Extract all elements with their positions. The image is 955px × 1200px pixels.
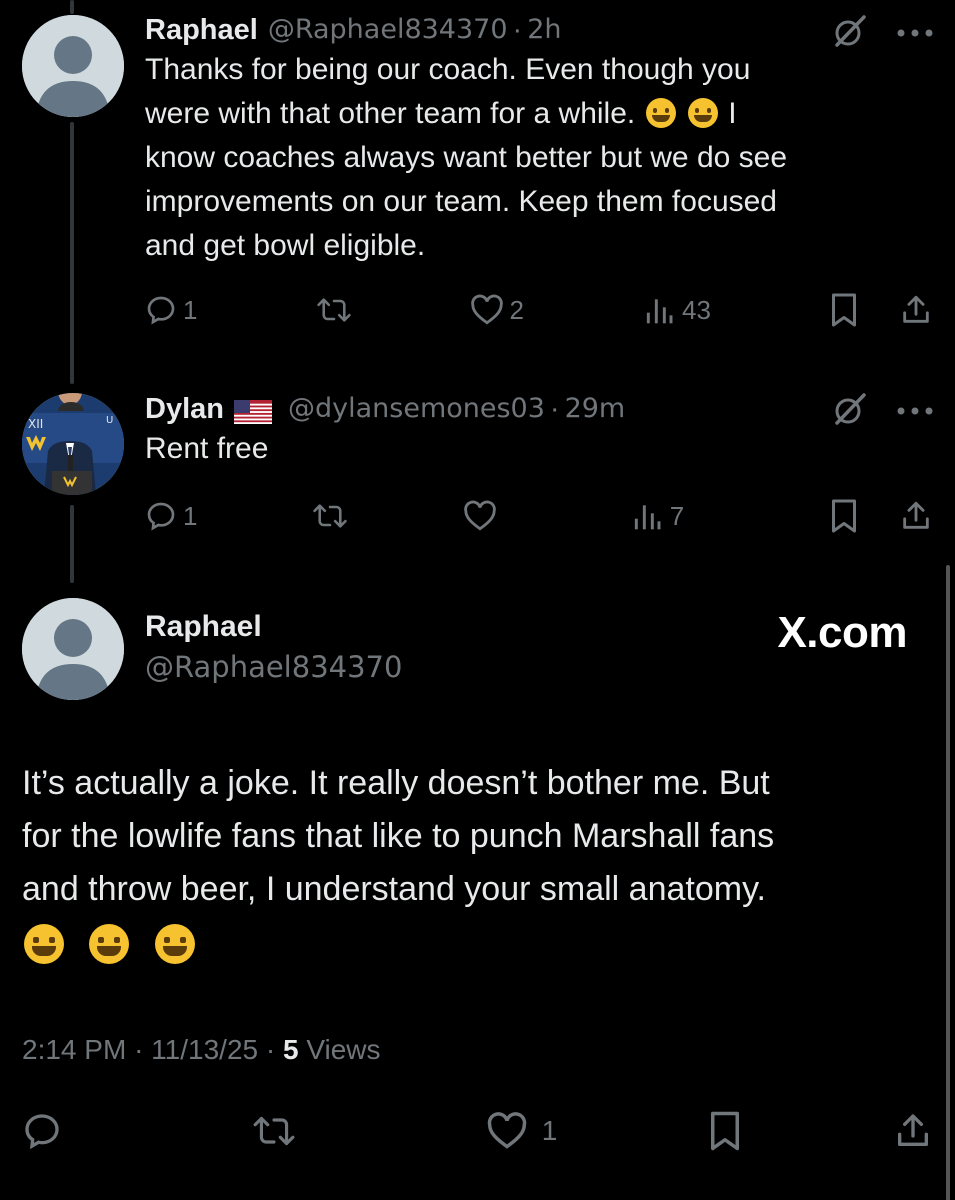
thread-line-2 bbox=[70, 505, 74, 583]
user-handle[interactable]: @dylansemones03 bbox=[288, 391, 545, 427]
heart-icon bbox=[470, 294, 503, 325]
retweet-button[interactable] bbox=[252, 1112, 296, 1150]
reply-button[interactable]: 1 bbox=[145, 500, 197, 532]
views-label: Views bbox=[306, 1034, 381, 1065]
xcom-watermark: X.com bbox=[777, 608, 907, 657]
tweet-header: Dylan @dylansemones03 · 29m bbox=[145, 391, 933, 427]
reply-tweet-1[interactable]: Raphael @Raphael834370 · 2h Thanks for b… bbox=[145, 12, 933, 268]
display-name[interactable]: Dylan bbox=[145, 391, 224, 427]
retweet-icon bbox=[253, 1116, 295, 1146]
reply-bubble-icon bbox=[25, 1114, 59, 1150]
tweet-time[interactable]: 29m bbox=[565, 391, 626, 427]
grok-slash-icon[interactable] bbox=[833, 14, 867, 53]
tweet-text-line: improvements on our team. Keep them focu… bbox=[145, 185, 777, 218]
main-user-handle[interactable]: @Raphael834370 bbox=[145, 650, 402, 684]
main-display-name[interactable]: Raphael bbox=[145, 610, 262, 644]
like-button[interactable]: 2 bbox=[470, 294, 524, 326]
bookmark-button[interactable] bbox=[707, 1110, 743, 1152]
separator-dot: · bbox=[134, 1034, 144, 1065]
separator-dot: · bbox=[549, 393, 560, 425]
display-name[interactable]: Raphael bbox=[145, 12, 258, 48]
tweet-actions: 1 2 43 bbox=[145, 292, 933, 328]
views-count: 5 bbox=[282, 1034, 299, 1065]
share-button[interactable] bbox=[893, 1111, 933, 1151]
tweet-text-line: Thanks for being our coach. Even though … bbox=[145, 53, 751, 86]
svg-text:U: U bbox=[106, 415, 113, 426]
views-button[interactable]: 7 bbox=[630, 500, 684, 532]
bookmark-icon[interactable] bbox=[829, 498, 859, 534]
avatar-dylan[interactable]: XII U bbox=[22, 393, 124, 495]
avatar-raphael[interactable] bbox=[22, 15, 124, 117]
grinning-sweat-emoji bbox=[687, 98, 718, 128]
tweet-text-line: know coaches always want better but we d… bbox=[145, 141, 788, 174]
reply-count: 1 bbox=[183, 294, 198, 325]
tweet-text-line: and throw beer, I understand your small … bbox=[22, 870, 766, 908]
tweet-actions: 1 7 bbox=[145, 498, 933, 534]
more-dots-icon[interactable] bbox=[897, 403, 933, 421]
reply-button[interactable] bbox=[22, 1111, 62, 1151]
tweet-date[interactable]: 11/13/25 bbox=[151, 1034, 258, 1065]
winking-face-emoji bbox=[645, 98, 676, 128]
heart-icon bbox=[487, 1112, 526, 1149]
share-icon bbox=[897, 1114, 928, 1146]
views-bars-icon bbox=[634, 505, 661, 530]
grinning-sweat-emoji bbox=[89, 924, 130, 964]
emoji-row bbox=[22, 922, 927, 975]
tweet-top-icons bbox=[833, 392, 933, 431]
end-actions bbox=[829, 292, 933, 328]
thread-line-1 bbox=[70, 122, 74, 384]
reply-tweet-2[interactable]: Dylan @dylansemones03 · 29m Rent free bbox=[145, 391, 933, 471]
tweet-text-line: for the lowlife fans that like to punch … bbox=[22, 817, 775, 855]
heart-icon bbox=[464, 500, 496, 531]
tweet-text-line: and get bowl eligible. bbox=[145, 229, 426, 262]
grok-slash-icon[interactable] bbox=[833, 392, 867, 431]
views-button[interactable]: 43 bbox=[642, 294, 711, 326]
thread-line-top bbox=[70, 0, 74, 14]
tweet-time[interactable]: 2h bbox=[527, 12, 561, 48]
tweet-text-line: were with that other team for a while. I bbox=[145, 97, 737, 130]
avatar-raphael-main[interactable] bbox=[22, 598, 124, 700]
like-count: 1 bbox=[541, 1115, 558, 1146]
retweet-button[interactable] bbox=[312, 500, 348, 532]
retweet-icon bbox=[313, 504, 347, 528]
retweet-button[interactable] bbox=[316, 294, 352, 326]
tweet-header: Raphael @Raphael834370 · 2h bbox=[145, 12, 933, 48]
tweet-text: Rent free bbox=[145, 432, 269, 465]
main-tweet-actions: 1 bbox=[22, 1110, 933, 1152]
tweet-top-icons bbox=[833, 14, 933, 53]
retweet-icon bbox=[316, 298, 351, 322]
share-icon[interactable] bbox=[899, 499, 933, 533]
scrollbar[interactable] bbox=[946, 565, 950, 1200]
tweet-text-line: It’s actually a joke. It really doesn’t … bbox=[22, 764, 770, 802]
tweet-meta: 2:14 PM · 11/13/25 · 5 Views bbox=[22, 1034, 381, 1066]
share-icon[interactable] bbox=[899, 293, 933, 327]
reply-bubble-icon bbox=[147, 502, 175, 531]
bookmark-icon bbox=[711, 1111, 740, 1151]
bookmark-icon[interactable] bbox=[829, 292, 859, 328]
svg-text:XII: XII bbox=[28, 417, 43, 431]
views-count: 43 bbox=[682, 294, 711, 325]
like-button[interactable] bbox=[463, 500, 497, 532]
main-tweet-text: It’s actually a joke. It really doesn’t … bbox=[22, 757, 927, 975]
views-count: 7 bbox=[669, 500, 685, 531]
more-dots-icon[interactable] bbox=[897, 25, 933, 43]
tweet-time[interactable]: 2:14 PM bbox=[22, 1034, 126, 1065]
separator-dot: · bbox=[512, 14, 523, 46]
separator-dot: · bbox=[265, 1034, 276, 1065]
end-actions bbox=[829, 498, 933, 534]
reply-button[interactable]: 1 bbox=[145, 294, 197, 326]
like-count: 2 bbox=[509, 294, 524, 325]
like-button[interactable]: 1 bbox=[486, 1112, 558, 1150]
tears-of-joy-emoji bbox=[24, 924, 64, 964]
reply-count: 1 bbox=[183, 500, 198, 531]
us-flag-icon bbox=[233, 397, 272, 424]
tweet-text: Thanks for being our coach. Even though … bbox=[145, 48, 933, 268]
user-handle[interactable]: @Raphael834370 bbox=[268, 12, 508, 48]
tears-of-joy-emoji bbox=[154, 924, 195, 964]
reply-bubble-icon bbox=[147, 296, 175, 325]
views-bars-icon bbox=[646, 299, 673, 324]
